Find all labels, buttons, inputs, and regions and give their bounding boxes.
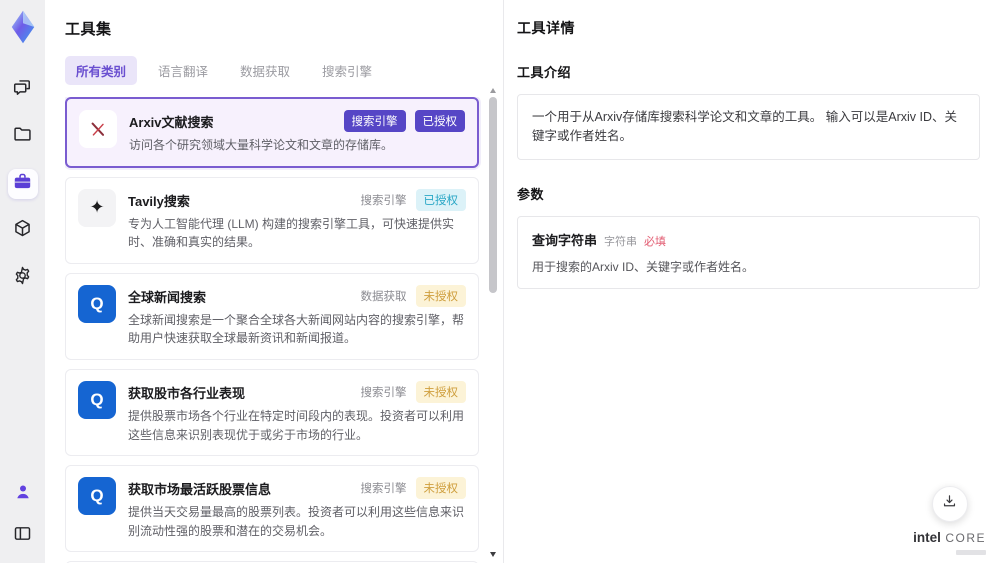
app-logo: [8, 9, 38, 45]
tool-name: 全球新闻搜索: [128, 289, 207, 305]
tool-description: 提供当天交易量最高的股票列表。投资者可以利用这些信息来识别流动性强的股票和潜在的…: [128, 505, 465, 538]
folder-icon: [12, 124, 33, 150]
details-title: 工具详情: [517, 20, 575, 36]
tool-card-global-news[interactable]: Q 全球新闻搜索 数据获取 未授权 全球新闻搜索是一个聚合全球各大新闻网站内容的…: [65, 272, 479, 360]
cube-icon: [12, 218, 33, 244]
user-icon: [13, 482, 33, 507]
sidebar: [0, 0, 45, 563]
param-description: 用于搜索的Arxiv ID、关键字或作者姓名。: [532, 259, 755, 274]
tool-name: Arxiv文献搜索: [129, 115, 214, 130]
tab-search-engine[interactable]: 搜索引擎: [311, 56, 383, 85]
panel-toggle-icon: [12, 523, 33, 549]
scrollbar-thumb[interactable]: [489, 97, 497, 293]
app-window: 工具集 所有类别 语言翻译 数据获取 搜索引擎 Arxiv文献搜索 搜索引擎 已…: [0, 0, 1000, 563]
tool-description: 访问各个研究领域大量科学论文和文章的存储库。: [129, 138, 394, 152]
parameter-card: 查询字符串 字符串 必填 用于搜索的Arxiv ID、关键字或作者姓名。: [517, 215, 980, 289]
params-section-title: 参数: [517, 186, 545, 202]
tool-list: Arxiv文献搜索 搜索引擎 已授权 访问各个研究领域大量科学论文和文章的存储库…: [65, 97, 497, 563]
tool-name: 获取市场最活跃股票信息: [128, 482, 272, 498]
category-badge: 搜索引擎: [360, 386, 407, 399]
category-badge: 搜索引擎: [360, 483, 407, 496]
intro-section-title: 工具介绍: [517, 65, 572, 80]
tool-card-arxiv[interactable]: Arxiv文献搜索 搜索引擎 已授权 访问各个研究领域大量科学论文和文章的存储库…: [65, 97, 479, 168]
news-search-icon: Q: [78, 284, 116, 323]
download-button[interactable]: [931, 486, 968, 522]
auth-status-badge: 已授权: [415, 188, 466, 211]
tab-all-categories[interactable]: 所有类别: [65, 56, 138, 85]
sidebar-bottom: [8, 479, 38, 551]
chat-icon: [12, 77, 33, 103]
tool-name: Tavily搜索: [128, 193, 190, 209]
auth-status-badge: 未授权: [415, 380, 466, 403]
sidebar-item-folder[interactable]: [8, 122, 38, 152]
tavily-star-icon: ✦: [78, 188, 116, 227]
core-wordmark: CORE: [945, 531, 986, 545]
page-title: 工具集: [65, 21, 112, 38]
auth-status-badge: 未授权: [415, 284, 466, 307]
scroll-up-arrow[interactable]: [490, 88, 496, 93]
param-type: 字符串: [604, 235, 638, 248]
param-required-flag: 必填: [644, 235, 667, 248]
category-badge: 数据获取: [360, 290, 407, 303]
tool-card-active-stocks[interactable]: Q 获取市场最活跃股票信息 搜索引擎 未授权 提供当天交易量最高的股票列表。投资…: [65, 465, 479, 553]
intel-sub-badge: [956, 550, 986, 555]
tool-name: 获取股市各行业表现: [128, 385, 246, 401]
tool-card-tavily[interactable]: ✦ Tavily搜索 搜索引擎 已授权 专为人工智能代理 (LLM) 构建的搜索…: [65, 176, 479, 264]
sidebar-item-panel-toggle[interactable]: [8, 521, 38, 551]
tool-details-panel: 工具详情 工具介绍 一个用于从Arxiv存储库搜索科学论文和文章的工具。 输入可…: [503, 0, 1000, 563]
tab-translation[interactable]: 语言翻译: [147, 56, 219, 85]
sidebar-nav: [7, 75, 38, 293]
briefcase-icon: [12, 171, 33, 197]
tab-data-fetch[interactable]: 数据获取: [229, 56, 301, 85]
tool-description: 全球新闻搜索是一个聚合全球各大新闻网站内容的搜索引擎，帮助用户快速获取全球最新资…: [128, 312, 465, 346]
arxiv-icon: [79, 110, 117, 148]
sidebar-item-user[interactable]: [8, 479, 38, 509]
tools-panel: 工具集 所有类别 语言翻译 数据获取 搜索引擎 Arxiv文献搜索 搜索引擎 已…: [45, 0, 503, 563]
tool-description: 专为人工智能代理 (LLM) 构建的搜索引擎工具，可快速提供实时、准确和真实的结…: [128, 216, 455, 250]
corner-footer: intel CORE: [913, 486, 986, 555]
scroll-down-arrow[interactable]: [490, 552, 496, 557]
tool-card-sector-performance[interactable]: Q 获取股市各行业表现 搜索引擎 未授权 提供股票市场各个行业在特定时间段内的表…: [65, 368, 479, 457]
auth-status-badge: 未授权: [415, 477, 466, 500]
sidebar-item-tools[interactable]: [7, 169, 38, 199]
active-stocks-icon: Q: [78, 477, 116, 516]
download-icon: [941, 493, 958, 515]
tool-intro-text: 一个用于从Arxiv存储库搜索科学论文和文章的工具。 输入可以是Arxiv ID…: [517, 94, 980, 160]
category-badge: 搜索引擎: [360, 194, 407, 207]
sidebar-item-settings[interactable]: [8, 263, 38, 293]
stock-sector-icon: Q: [78, 380, 116, 419]
tool-description: 提供股票市场各个行业在特定时间段内的表现。投资者可以利用这些信息来识别表现优于或…: [128, 408, 465, 442]
param-name: 查询字符串: [532, 232, 598, 248]
category-tabs: 所有类别 语言翻译 数据获取 搜索引擎: [65, 56, 497, 85]
sidebar-item-chat[interactable]: [8, 75, 38, 105]
sidebar-item-packages[interactable]: [8, 216, 38, 246]
intel-core-logo: intel CORE: [913, 530, 986, 555]
auth-status-badge: 已授权: [414, 110, 465, 132]
intel-wordmark: intel: [913, 530, 941, 545]
gear-icon: [12, 265, 33, 291]
category-badge: 搜索引擎: [343, 110, 406, 132]
list-scrollbar[interactable]: [489, 88, 497, 563]
